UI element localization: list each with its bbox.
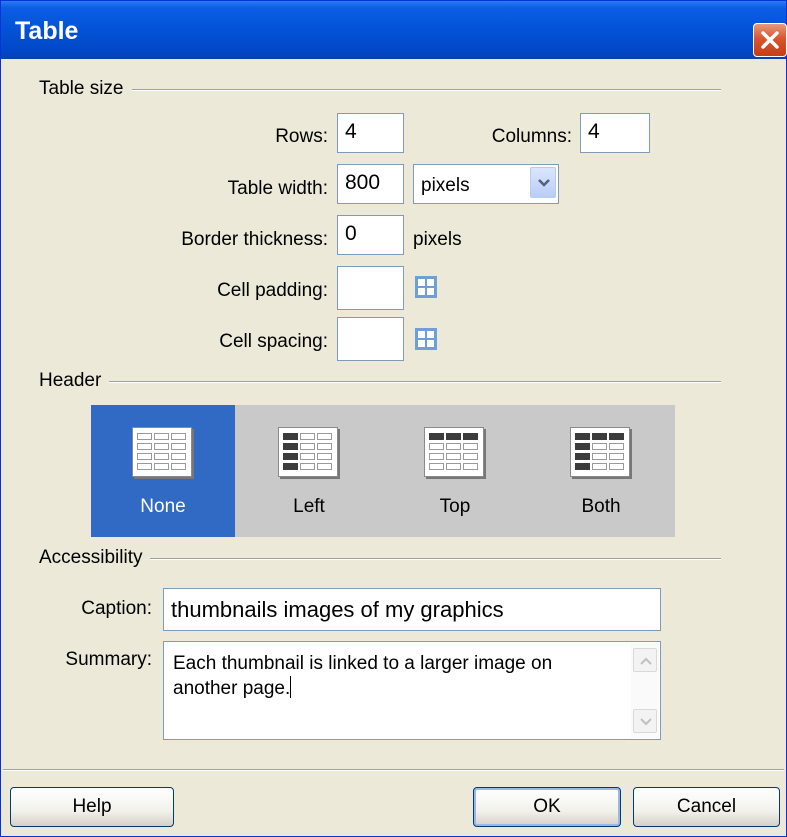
border-thickness-label: Border thickness: [181, 229, 328, 250]
scroll-up-arrow-icon [640, 657, 652, 665]
cancel-button[interactable]: Cancel [633, 787, 780, 827]
header-heading: Header [39, 370, 110, 392]
cell-padding-label: Cell padding: [217, 280, 328, 301]
summary-text: Each thumbnail is linked to a larger ima… [173, 653, 553, 699]
title-bar[interactable]: Table [1, 1, 787, 59]
rows-label: Rows: [275, 126, 328, 147]
footer-divider [3, 769, 784, 771]
table-size-divider [41, 89, 721, 91]
width-unit-dropdown-button[interactable] [530, 167, 556, 198]
help-button[interactable]: Help [10, 787, 174, 827]
close-icon [761, 31, 779, 49]
width-unit-value: pixels [421, 175, 470, 196]
summary-scrollbar[interactable] [631, 643, 659, 738]
header-option-top-label: Top [439, 496, 471, 517]
cell-padding-icon [415, 276, 437, 298]
cell-spacing-icon [415, 328, 437, 350]
header-top-icon [424, 427, 484, 477]
border-unit-label: pixels [413, 229, 462, 250]
caption-label: Caption: [81, 598, 152, 619]
table-width-input[interactable]: 800 [337, 164, 404, 204]
header-option-left-label: Left [293, 496, 325, 517]
table-dialog: Table Table size Rows: 4 Columns: 4 Tabl… [0, 0, 787, 837]
close-button[interactable] [753, 23, 787, 57]
header-option-left[interactable]: Left [237, 405, 381, 537]
header-option-none[interactable]: None [91, 405, 235, 537]
caption-input[interactable]: thumbnails images of my graphics [163, 588, 661, 631]
scroll-down-arrow-icon [640, 718, 652, 726]
rows-input[interactable]: 4 [337, 113, 404, 153]
header-both-icon [570, 427, 630, 477]
summary-textarea[interactable]: Each thumbnail is linked to a larger ima… [163, 641, 661, 740]
header-option-both[interactable]: Both [529, 405, 673, 537]
ok-button[interactable]: OK [473, 787, 621, 827]
cell-spacing-input[interactable] [337, 317, 404, 361]
header-option-both-label: Both [581, 496, 621, 517]
border-thickness-input[interactable]: 0 [337, 215, 404, 255]
header-option-top[interactable]: Top [383, 405, 527, 537]
accessibility-heading: Accessibility [39, 547, 151, 569]
header-none-icon [132, 427, 192, 477]
header-option-none-label: None [140, 496, 186, 517]
header-left-icon [278, 427, 338, 477]
width-unit-select[interactable]: pixels [413, 164, 559, 204]
cell-padding-input[interactable] [337, 266, 404, 310]
chevron-down-icon [538, 179, 550, 187]
columns-label: Columns: [491, 126, 572, 147]
table-width-label: Table width: [227, 178, 328, 199]
columns-input[interactable]: 4 [580, 113, 650, 153]
scroll-down-button[interactable] [633, 709, 657, 733]
cell-spacing-label: Cell spacing: [219, 331, 328, 352]
table-size-heading: Table size [39, 78, 132, 100]
header-options: None Left Top Both [91, 405, 675, 537]
text-caret [290, 676, 292, 698]
dialog-title: Table [15, 17, 79, 45]
scroll-up-button[interactable] [633, 648, 657, 672]
summary-label: Summary: [65, 649, 152, 670]
header-divider [41, 381, 721, 383]
